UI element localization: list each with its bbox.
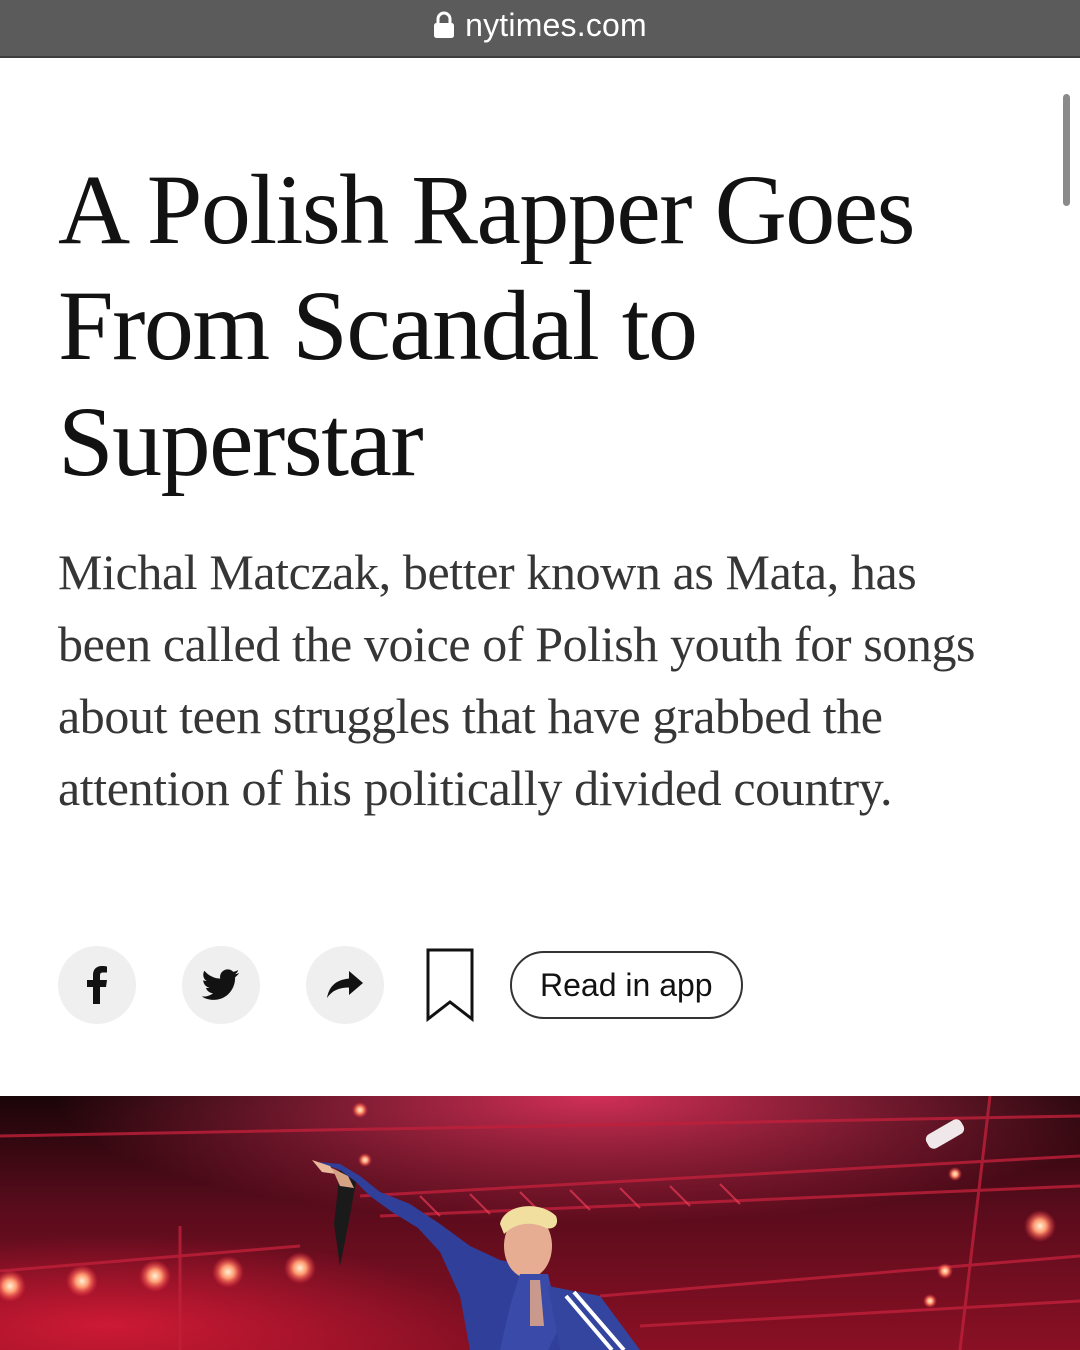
lock-icon xyxy=(434,11,455,38)
share-button[interactable] xyxy=(306,946,384,1024)
article-summary: Michal Matczak, better known as Mata, ha… xyxy=(58,544,976,816)
url-text: nytimes.com xyxy=(465,6,647,43)
bookmark-icon xyxy=(426,948,474,1022)
concert-photo xyxy=(0,1096,1080,1350)
read-in-app-button[interactable]: Read in app xyxy=(510,951,743,1019)
twitter-share-button[interactable] xyxy=(182,946,260,1024)
scrollbar-thumb[interactable] xyxy=(1063,94,1070,206)
url-display[interactable]: nytimes.com xyxy=(433,7,647,44)
facebook-icon xyxy=(87,966,107,1004)
facebook-share-button[interactable] xyxy=(58,946,136,1024)
article-hero-image xyxy=(0,1096,1080,1350)
page: nytimes.com A Polish Rapper Goes From Sc… xyxy=(0,0,1080,1350)
share-toolbar: Read in app xyxy=(58,946,743,1024)
read-in-app-label: Read in app xyxy=(540,966,713,1003)
share-arrow-icon xyxy=(327,971,363,998)
browser-url-bar[interactable]: nytimes.com xyxy=(0,0,1080,58)
twitter-icon xyxy=(202,969,240,1000)
article-headline: A Polish Rapper Goes From Scandal to Sup… xyxy=(58,154,916,497)
bookmark-button[interactable] xyxy=(426,946,474,1024)
